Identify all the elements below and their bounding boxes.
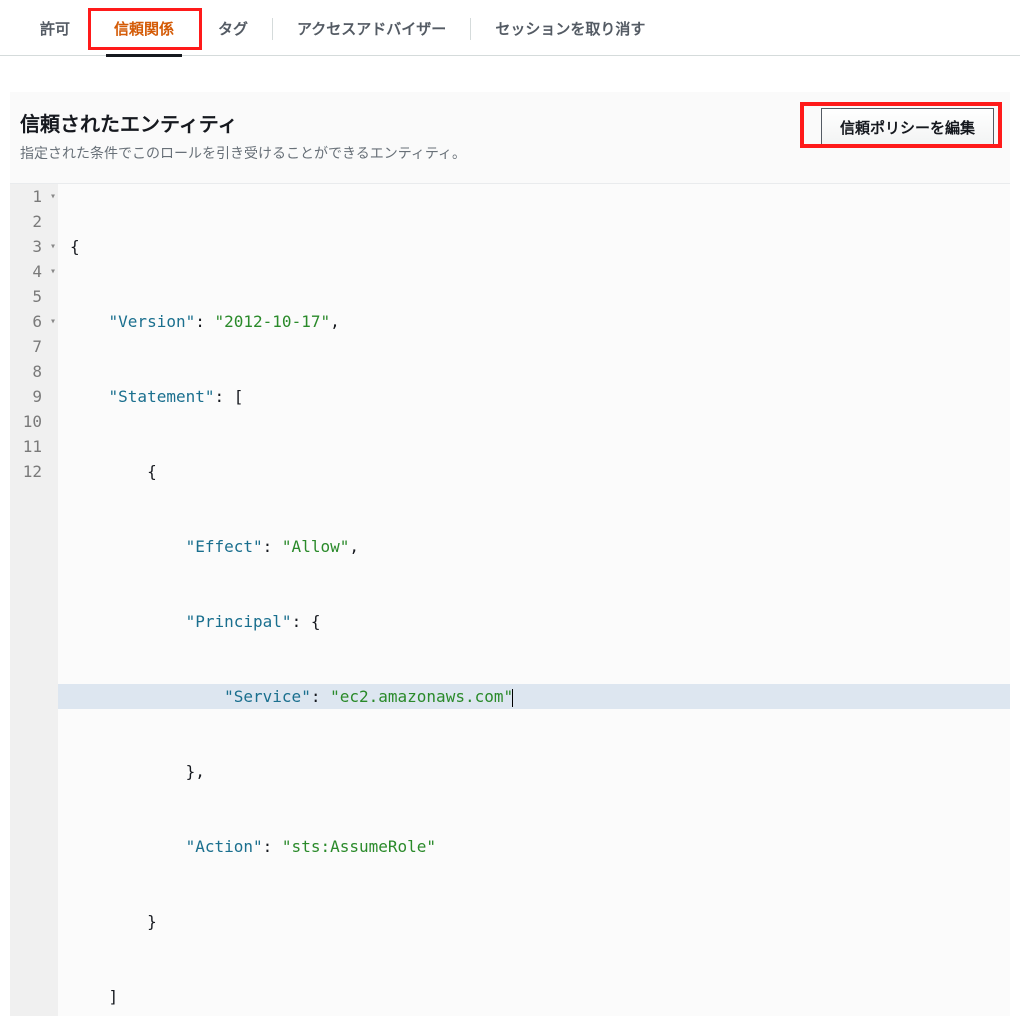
tab-tags[interactable]: タグ: [196, 10, 270, 57]
code-line: "Version": "2012-10-17",: [70, 309, 1010, 334]
tab-access-advisor[interactable]: アクセスアドバイザー: [275, 10, 468, 57]
line-number: 10: [10, 409, 50, 434]
panel-description: 指定された条件でこのロールを引き受けることができるエンティティ。: [20, 143, 466, 163]
code-line: "Principal": {: [70, 609, 1010, 634]
code-content[interactable]: { "Version": "2012-10-17", "Statement": …: [58, 184, 1010, 1016]
tab-divider: [470, 18, 471, 40]
fold-arrow-icon[interactable]: ▾: [50, 309, 56, 334]
line-number: 2: [10, 209, 50, 234]
fold-arrow-icon[interactable]: ▾: [50, 259, 56, 284]
line-number: 3▾: [10, 234, 50, 259]
code-line: "Action": "sts:AssumeRole": [70, 834, 1010, 859]
fold-arrow-icon[interactable]: ▾: [50, 234, 56, 259]
line-number: 4▾: [10, 259, 50, 284]
panel-header: 信頼されたエンティティ 指定された条件でこのロールを引き受けることができるエンテ…: [10, 92, 1010, 183]
line-gutter: 1▾ 2 3▾ 4▾ 5 6▾ 7 8 9 10 11 12: [10, 184, 58, 1016]
panel-heading-group: 信頼されたエンティティ 指定された条件でこのロールを引き受けることができるエンテ…: [20, 108, 466, 163]
line-number: 11: [10, 434, 50, 459]
line-number: 7: [10, 334, 50, 359]
line-number: 9: [10, 384, 50, 409]
trusted-entities-panel: 信頼されたエンティティ 指定された条件でこのロールを引き受けることができるエンテ…: [10, 92, 1010, 1016]
fold-arrow-icon[interactable]: ▾: [50, 184, 56, 209]
code-line: "Statement": [: [70, 384, 1010, 409]
code-line: {: [70, 459, 1010, 484]
code-line: ]: [70, 984, 1010, 1009]
trust-policy-editor[interactable]: 1▾ 2 3▾ 4▾ 5 6▾ 7 8 9 10 11 12 { "Versio…: [10, 183, 1010, 1016]
text-cursor: [512, 689, 513, 707]
line-number: 1▾: [10, 184, 50, 209]
tab-permissions[interactable]: 許可: [18, 10, 92, 57]
tab-divider: [272, 18, 273, 40]
code-line: {: [70, 234, 1010, 259]
line-number: 5: [10, 284, 50, 309]
tabs-bar: 許可 信頼関係 タグ アクセスアドバイザー セッションを取り消す: [0, 0, 1020, 56]
code-line: "Effect": "Allow",: [70, 534, 1010, 559]
line-number: 8: [10, 359, 50, 384]
code-line-active: "Service": "ec2.amazonaws.com": [58, 684, 1010, 709]
code-line: }: [70, 909, 1010, 934]
line-number: 6▾: [10, 309, 50, 334]
code-line: },: [70, 759, 1010, 784]
line-number: 12: [10, 459, 50, 484]
tab-revoke-sessions[interactable]: セッションを取り消す: [473, 10, 667, 57]
panel-title: 信頼されたエンティティ: [20, 108, 466, 137]
tab-trust-relationships[interactable]: 信頼関係: [92, 10, 196, 57]
edit-trust-policy-button[interactable]: 信頼ポリシーを編集: [821, 108, 994, 147]
